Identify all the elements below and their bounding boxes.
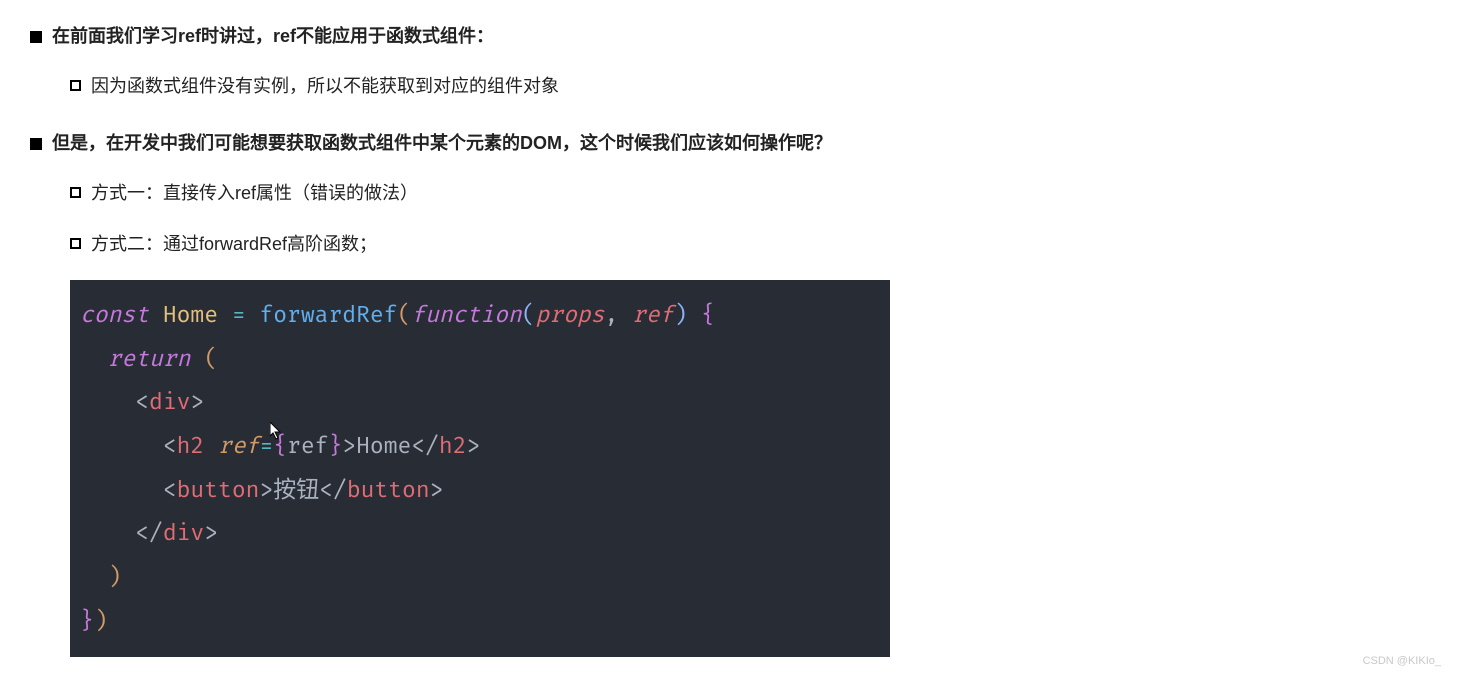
bullet-1-text: 在前面我们学习ref时讲过，ref不能应用于函数式组件： [52, 20, 494, 52]
bullet-2-1: 方式一：直接传入ref属性（错误的做法） [70, 177, 1429, 209]
bullet-1: 在前面我们学习ref时讲过，ref不能应用于函数式组件： [30, 20, 1429, 52]
code-token: Home [163, 301, 218, 329]
hollow-square-icon [70, 187, 81, 198]
filled-square-icon [30, 31, 42, 43]
code-block: const Home = forwardRef(function(props, … [70, 280, 890, 658]
bullet-1-1: 因为函数式组件没有实例，所以不能获取到对应的组件对象 [70, 70, 1429, 102]
watermark: CSDN @KIKIo_ [1363, 652, 1441, 672]
hollow-square-icon [70, 80, 81, 91]
code-token: return [108, 345, 191, 373]
bullet-2: 但是，在开发中我们可能想要获取函数式组件中某个元素的DOM，这个时候我们应该如何… [30, 127, 1429, 159]
bullet-2-1-text: 方式一：直接传入ref属性（错误的做法） [91, 177, 418, 209]
bullet-2-2: 方式二：通过forwardRef高阶函数； [70, 228, 1429, 260]
bullet-2-text: 但是，在开发中我们可能想要获取函数式组件中某个元素的DOM，这个时候我们应该如何… [52, 127, 832, 159]
bullet-2-2-text: 方式二：通过forwardRef高阶函数； [91, 228, 377, 260]
bullet-1-1-text: 因为函数式组件没有实例，所以不能获取到对应的组件对象 [91, 70, 559, 102]
code-token: forwardRef [259, 301, 397, 329]
hollow-square-icon [70, 238, 81, 249]
filled-square-icon [30, 138, 42, 150]
code-token: const [80, 301, 149, 329]
